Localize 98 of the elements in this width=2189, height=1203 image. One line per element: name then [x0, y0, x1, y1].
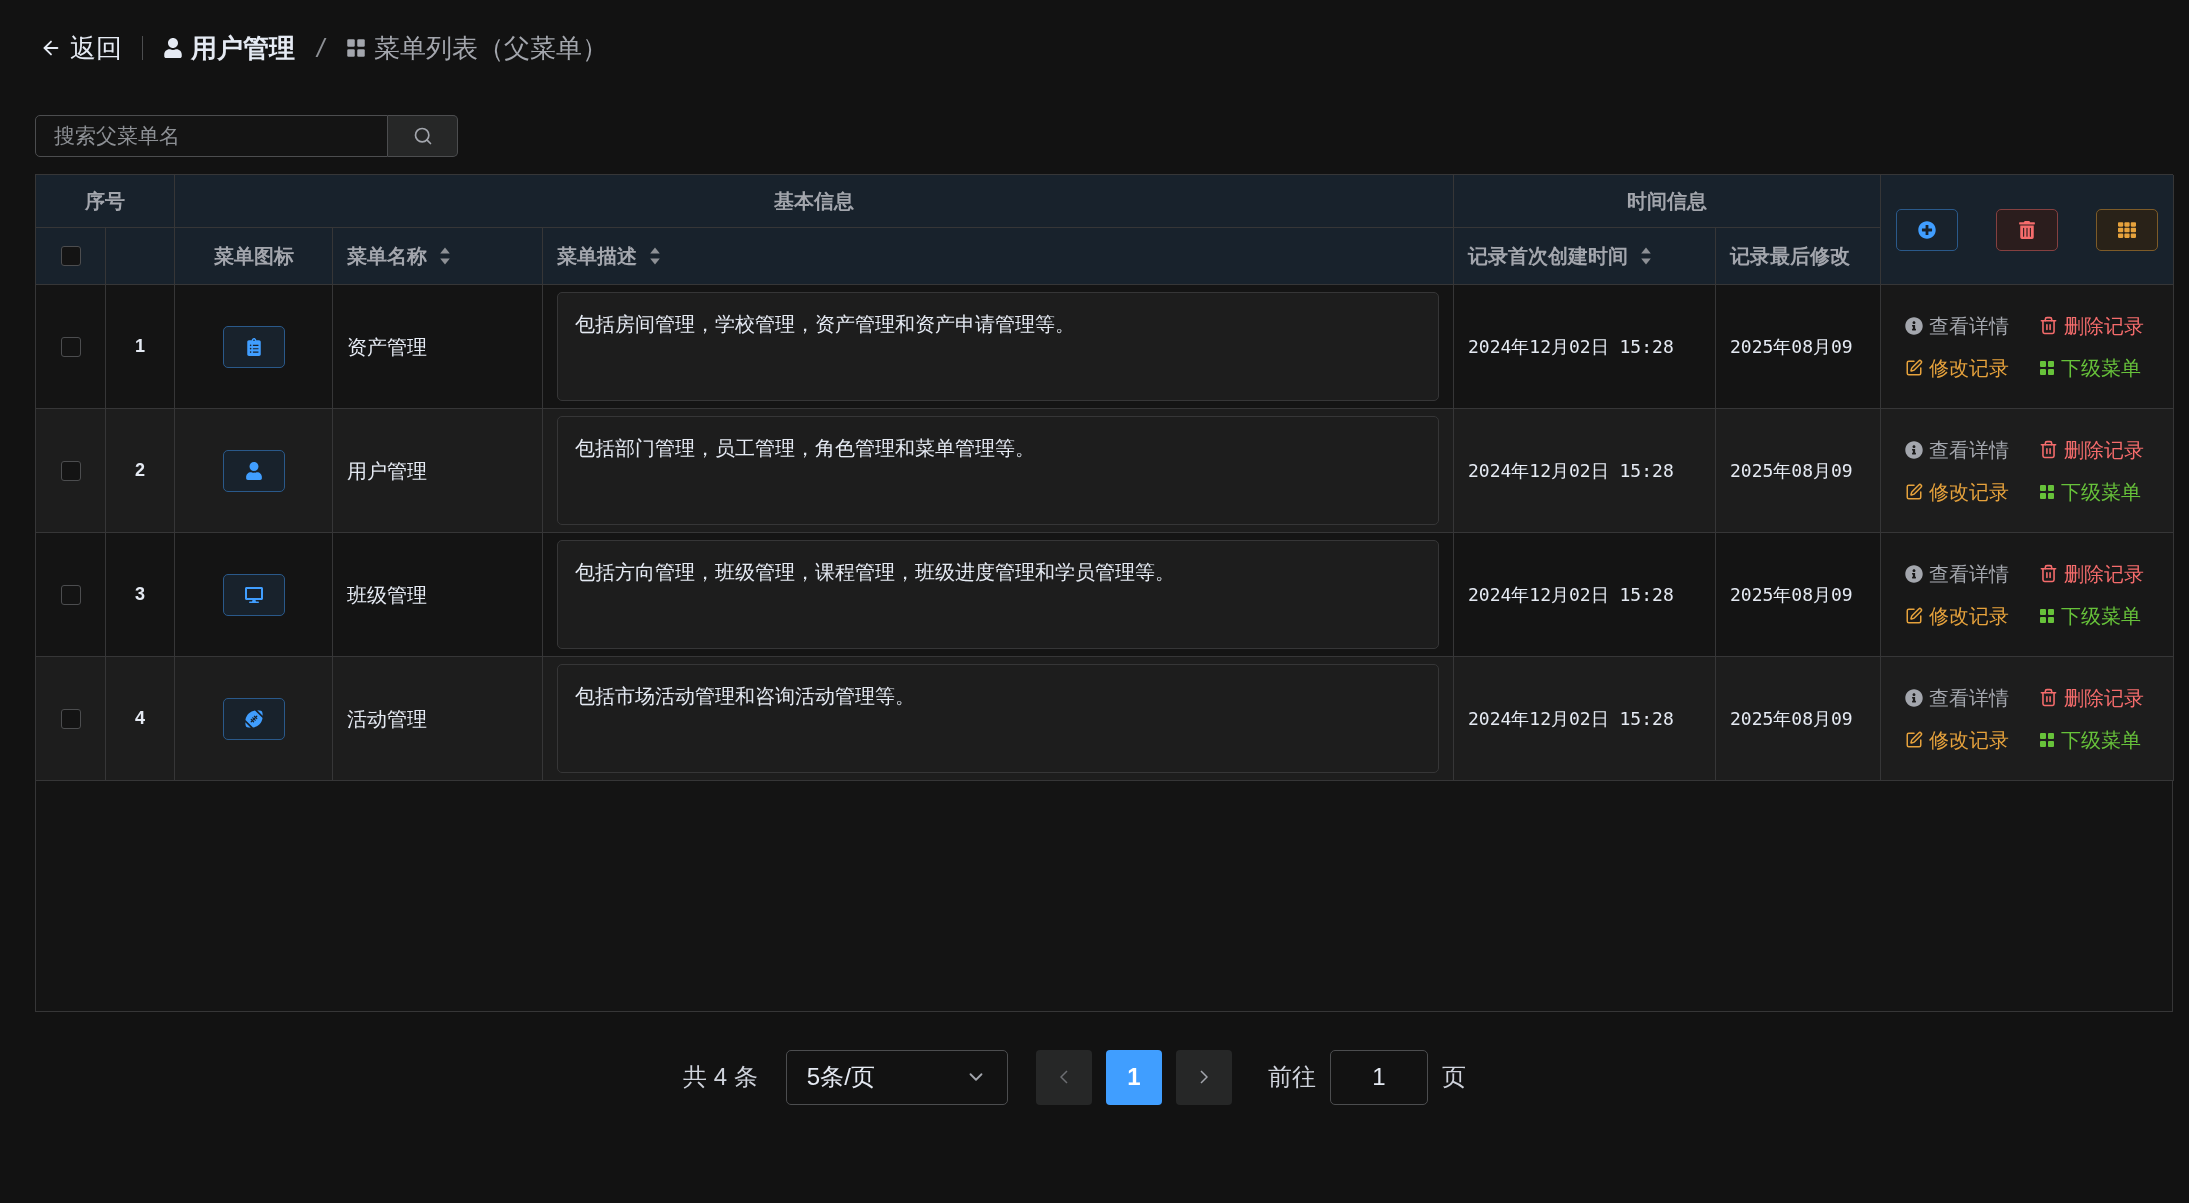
- table-cell-text: 2024年12月02日 15:28: [1468, 583, 1674, 607]
- trash-icon: [2039, 316, 2058, 335]
- action-link[interactable]: 查看详情: [1905, 310, 2039, 341]
- action-link[interactable]: 查看详情: [1905, 682, 2039, 713]
- action-link[interactable]: 下级菜单: [2039, 724, 2173, 755]
- checkbox[interactable]: [60, 708, 81, 729]
- edit-icon: [1905, 482, 1923, 501]
- grid-icon: [346, 38, 367, 58]
- breadcrumb-link[interactable]: 用户管理: [163, 28, 295, 68]
- search-icon: [412, 126, 433, 146]
- checkbox[interactable]: [60, 584, 81, 605]
- user-icon: [163, 38, 183, 58]
- goto-label: 前往: [1267, 1062, 1316, 1092]
- description-box[interactable]: 包括部门管理，员工管理，角色管理和菜单管理等。: [557, 416, 1439, 525]
- football-icon: [244, 709, 263, 728]
- monitor-icon: [244, 585, 263, 604]
- menu-icon-button[interactable]: [222, 697, 285, 740]
- action-link[interactable]: 删除记录: [2039, 310, 2173, 341]
- trash-icon: [2039, 564, 2058, 583]
- search-field[interactable]: 搜索父菜单名: [35, 115, 388, 157]
- column-group-header: 时间信息: [1454, 175, 1881, 228]
- clipboard-icon: [244, 337, 263, 356]
- edit-icon: [1905, 358, 1923, 377]
- info-icon: [1905, 440, 1923, 459]
- row-index: 1: [135, 335, 145, 358]
- action-link[interactable]: 删除记录: [2039, 558, 2173, 589]
- back-button[interactable]: 返回: [40, 28, 122, 68]
- table-cell-text: 资产管理: [347, 334, 427, 360]
- action-link[interactable]: 删除记录: [2039, 682, 2173, 713]
- edit-icon: [1905, 606, 1923, 625]
- action-link[interactable]: 下级菜单: [2039, 476, 2173, 507]
- description-box[interactable]: 包括房间管理，学校管理，资产管理和资产申请管理等。: [557, 292, 1439, 401]
- action-link[interactable]: 修改记录: [1905, 352, 2039, 383]
- sort-icon[interactable]: [649, 246, 661, 266]
- column-group-header: 基本信息: [175, 175, 1454, 228]
- total-count: 共 4 条: [683, 1062, 758, 1092]
- action-link[interactable]: 删除记录: [2039, 434, 2173, 465]
- table-cell-text: 2024年12月02日 15:28: [1468, 707, 1674, 731]
- sort-icon[interactable]: [1640, 246, 1652, 266]
- table-cell-text: 班级管理: [347, 582, 427, 608]
- add-icon: [1918, 220, 1936, 239]
- trash-icon: [2019, 220, 2035, 239]
- sort-icon[interactable]: [439, 246, 451, 266]
- page-suffix: 页: [1441, 1062, 1466, 1092]
- column-header: 菜单图标: [213, 244, 294, 269]
- add-button[interactable]: [1896, 208, 1958, 251]
- row-index: 2: [135, 459, 145, 482]
- column-header[interactable]: 菜单描述: [557, 241, 637, 271]
- trash-icon: [2039, 440, 2058, 459]
- table-cell-text: 2024年12月02日 15:28: [1468, 335, 1674, 359]
- grid-icon: [2039, 607, 2055, 624]
- info-icon: [1905, 564, 1923, 583]
- menu-icon-button[interactable]: [222, 573, 285, 616]
- action-link[interactable]: 修改记录: [1905, 724, 2039, 755]
- menu-icon-button[interactable]: [222, 449, 285, 492]
- action-link[interactable]: 修改记录: [1905, 476, 2039, 507]
- breadcrumb-link[interactable]: 菜单列表（父菜单）: [346, 28, 609, 68]
- delete-button[interactable]: [1996, 208, 2058, 251]
- description-box[interactable]: 包括市场活动管理和咨询活动管理等。: [557, 664, 1439, 773]
- page-size-select[interactable]: 5条/页: [785, 1049, 1008, 1105]
- edit-icon: [1905, 730, 1923, 749]
- column-header[interactable]: 记录首次创建时间: [1468, 241, 1628, 271]
- breadcrumb-separator: /: [317, 31, 325, 65]
- user-icon: [244, 461, 263, 480]
- row-index: 3: [135, 583, 145, 606]
- table-cell-text: 2024年12月02日 15:28: [1468, 459, 1674, 483]
- column-group-header: 序号: [36, 175, 175, 228]
- info-icon: [1905, 688, 1923, 707]
- description-box[interactable]: 包括方向管理，班级管理，课程管理，班级进度管理和学员管理等。: [557, 540, 1439, 649]
- table-cell-text: 2025年08月09: [1730, 707, 1853, 731]
- chevron-left-icon: [1059, 1070, 1068, 1084]
- info-icon: [1905, 316, 1923, 335]
- table-cell-text: 2025年08月09: [1730, 335, 1853, 359]
- table-cell-text: 用户管理: [347, 458, 427, 484]
- menu-icon-button[interactable]: [222, 325, 285, 368]
- grid-icon: [2039, 483, 2055, 500]
- checkbox[interactable]: [60, 246, 81, 266]
- search-button[interactable]: [388, 115, 458, 157]
- table-cell-text: 2025年08月09: [1730, 459, 1853, 483]
- row-index: 4: [135, 707, 145, 730]
- chevron-right-icon: [1199, 1070, 1208, 1084]
- action-link[interactable]: 修改记录: [1905, 600, 2039, 631]
- action-link[interactable]: 查看详情: [1905, 434, 2039, 465]
- action-link[interactable]: 查看详情: [1905, 558, 2039, 589]
- grid-icon: [2039, 731, 2055, 748]
- checkbox[interactable]: [60, 460, 81, 481]
- grid-icon: [2118, 220, 2136, 239]
- table-cell-text: 2025年08月09: [1730, 583, 1853, 607]
- grid-icon: [2039, 359, 2055, 376]
- column-header: 记录最后修改: [1730, 244, 1850, 269]
- trash-icon: [2039, 688, 2058, 707]
- action-link[interactable]: 下级菜单: [2039, 352, 2173, 383]
- checkbox[interactable]: [60, 336, 81, 357]
- table-cell-text: 活动管理: [347, 706, 427, 732]
- column-header[interactable]: 菜单名称: [347, 241, 427, 271]
- goto-page-field[interactable]: 1: [1329, 1049, 1428, 1105]
- action-link[interactable]: 下级菜单: [2039, 600, 2173, 631]
- grid-button[interactable]: [2096, 208, 2158, 251]
